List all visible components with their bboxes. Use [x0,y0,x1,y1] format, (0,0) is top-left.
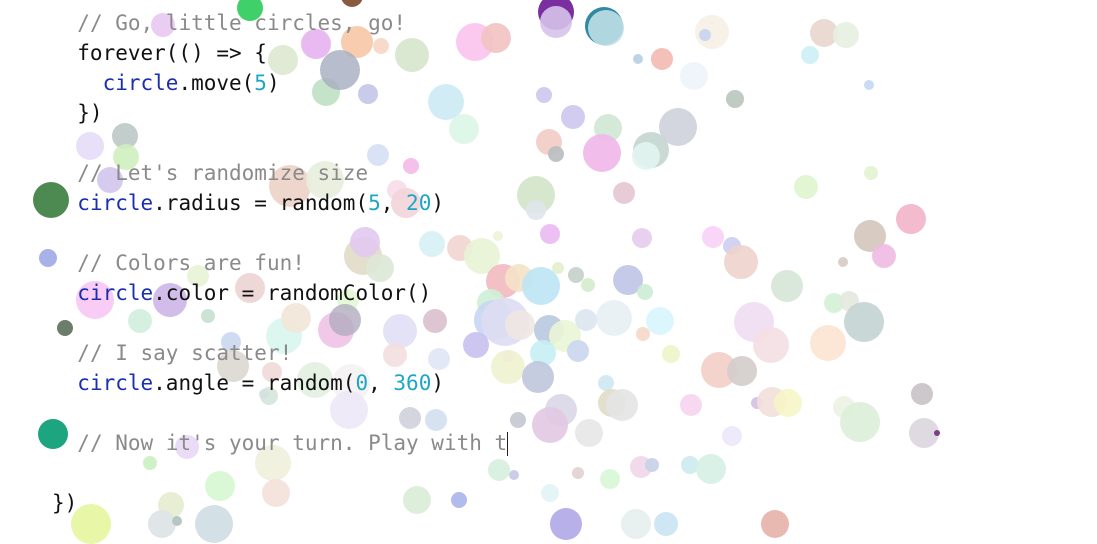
code-token-var: circle [77,371,154,395]
code-token-comment: // I say scatter! [77,341,293,365]
code-token: }) [52,491,78,515]
code-line[interactable]: forever(() => { [52,38,267,68]
code-token: , [380,191,407,215]
code-token-num: 0 [355,371,369,395]
code-token: .move( [178,71,255,95]
code-token-var: circle [77,191,154,215]
code-line[interactable]: circle.radius = random(5, 20) [52,188,444,218]
code-line[interactable]: // Let's randomize size [52,158,368,188]
code-token-var: circle [77,281,154,305]
code-token-num: 5 [368,191,381,215]
code-editor[interactable]: // Go, little circles, go! forever(() =>… [0,0,1097,524]
code-token-num: 20 [406,191,432,215]
code-token: forever(() => { [52,41,267,65]
code-token: .radius = random( [153,191,369,215]
code-line[interactable]: }) [52,488,77,518]
code-token: , [368,371,394,395]
code-token-num: 360 [393,371,432,395]
text-cursor [507,432,509,456]
code-line[interactable]: // I say scatter! [52,338,292,368]
code-token: }) [52,101,103,125]
code-line[interactable]: }) [52,98,103,128]
code-line[interactable]: circle.angle = random(0, 360) [52,368,444,398]
code-line[interactable]: circle.move(5) [52,68,280,98]
code-token: ) [431,191,444,215]
code-token-var: circle [102,71,179,95]
code-token: ) [431,371,444,395]
code-token-num: 5 [254,71,267,95]
code-token-comment: // Now it's your turn. Play with t [77,431,508,455]
code-line[interactable]: // Go, little circles, go! [52,8,406,38]
code-line[interactable]: circle.color = randomColor() [52,278,431,308]
code-token-comment: // Colors are fun! [77,251,305,275]
code-token: .color = randomColor() [153,281,432,305]
code-line[interactable]: // Now it's your turn. Play with t [52,428,509,458]
code-token: .angle = random( [153,371,356,395]
code-token: ) [266,71,280,95]
code-token-comment: // Let's randomize size [77,161,369,185]
code-line[interactable]: // Colors are fun! [52,248,305,278]
code-token-comment: // Go, little circles, go! [77,11,407,35]
